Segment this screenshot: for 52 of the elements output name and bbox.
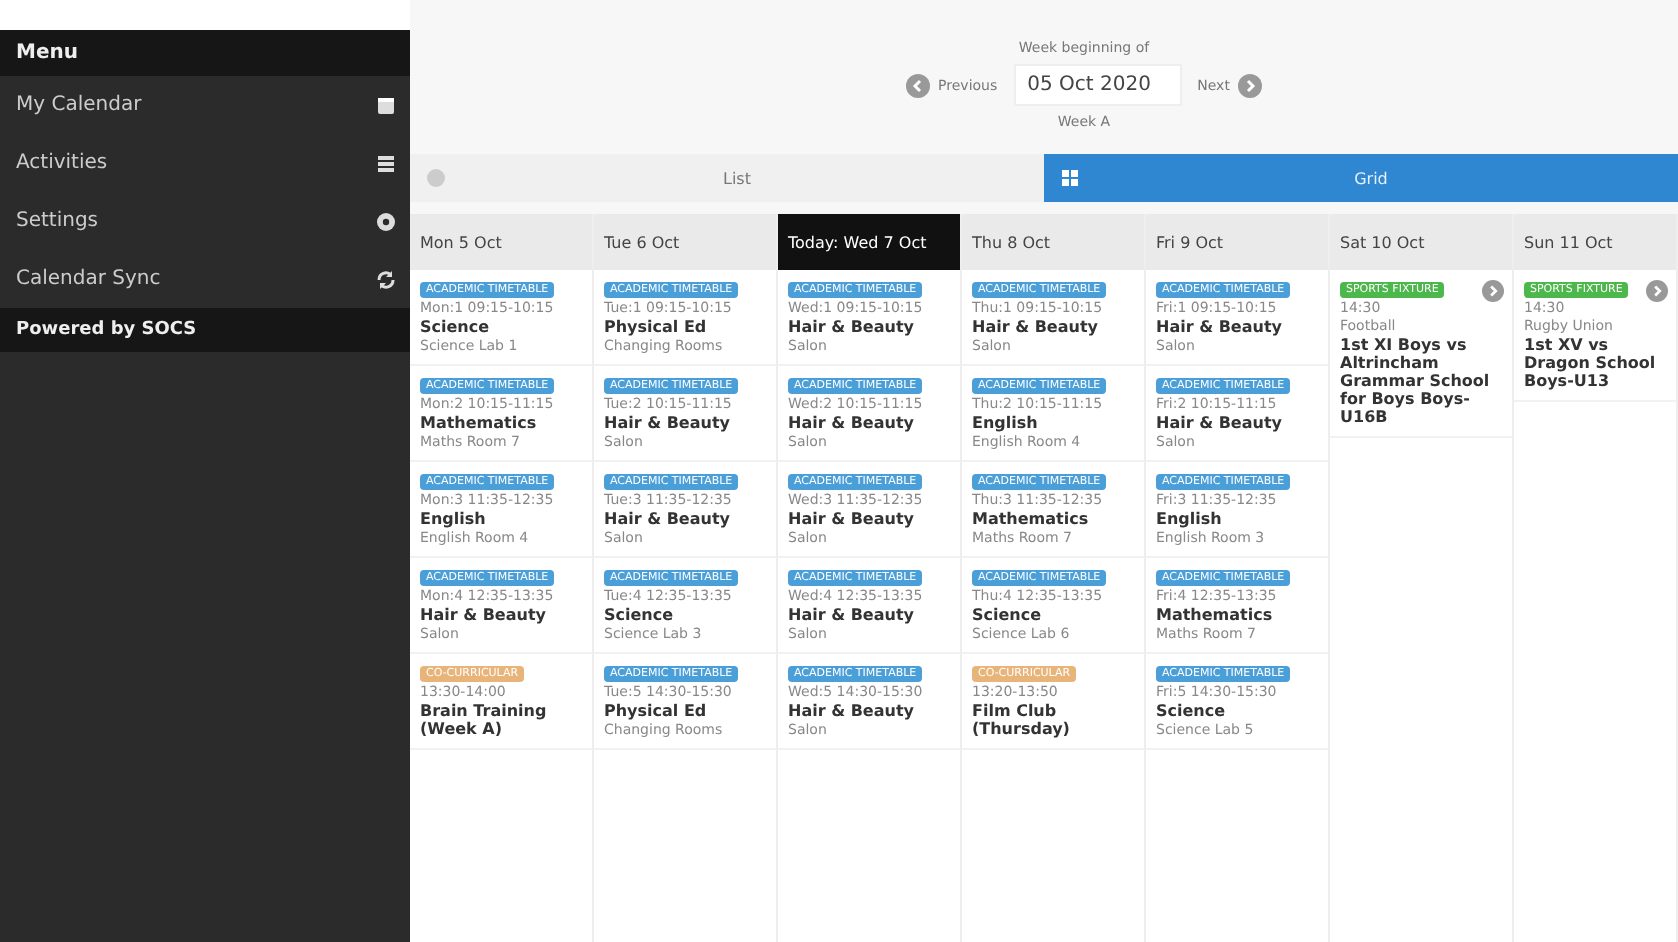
event-title: Science <box>420 318 492 336</box>
menu-item[interactable]: My Calendar <box>0 76 410 134</box>
event-title: Hair & Beauty <box>1156 318 1284 336</box>
menu-item[interactable]: Settings <box>0 192 410 250</box>
event-title: Physical Ed <box>604 318 709 336</box>
event-title: Science <box>972 606 1044 624</box>
event-title: Mathematics <box>420 414 539 432</box>
event-title: 1st XV vs Dragon School Boys-U13 <box>1524 336 1658 390</box>
view-tab[interactable]: List <box>410 154 1044 202</box>
menu-title: Menu <box>0 30 410 76</box>
chevron-right-icon <box>1237 73 1262 97</box>
circle-icon <box>426 168 446 188</box>
date-field[interactable]: 05 Oct 2020 <box>1013 64 1182 106</box>
chevron-right-icon[interactable] <box>1482 280 1504 302</box>
event-title: English <box>420 510 488 528</box>
event-title: Hair & Beauty <box>604 414 732 432</box>
day-header: Tue 6 Oct <box>594 214 776 270</box>
event-title: Hair & Beauty <box>788 414 916 432</box>
menu-item[interactable]: Activities <box>0 134 410 192</box>
event-title: Science <box>1156 702 1228 720</box>
settings-icon <box>374 209 398 233</box>
grid-icon <box>1060 168 1080 188</box>
event-title: Hair & Beauty <box>420 606 548 624</box>
event-title: Hair & Beauty <box>788 510 916 528</box>
list-icon <box>374 151 398 175</box>
event-title: English <box>972 414 1040 432</box>
event-title: Hair & Beauty <box>788 318 916 336</box>
event-title: Hair & Beauty <box>788 702 916 720</box>
chevron-right-icon[interactable] <box>1646 280 1668 302</box>
day-header: Today: Wed 7 Oct <box>778 214 960 270</box>
powered-by-text: Powered by SOCS <box>0 308 410 352</box>
event-title: Hair & Beauty <box>972 318 1100 336</box>
event-title: English <box>1156 510 1224 528</box>
event-title: Hair & Beauty <box>1156 414 1284 432</box>
menu-item[interactable]: Calendar Sync <box>0 250 410 308</box>
event-title: Science <box>604 606 676 624</box>
day-header: Fri 9 Oct <box>1146 214 1328 270</box>
event-title: Mathematics <box>1156 606 1275 624</box>
calendar-icon <box>374 93 398 117</box>
sync-icon <box>374 267 398 291</box>
day-header: Mon 5 Oct <box>410 214 592 270</box>
day-header: Thu 8 Oct <box>962 214 1144 270</box>
event-title: Hair & Beauty <box>604 510 732 528</box>
event-title: 1st XI Boys vs Altrincham Grammar School for Boys Boys-U16B <box>1340 336 1492 426</box>
day-header: Sat 10 Oct <box>1330 214 1512 270</box>
event-title: Hair & Beauty <box>788 606 916 624</box>
event-title: Film Club (Thursday) <box>972 702 1072 738</box>
event-title: Mathematics <box>972 510 1091 528</box>
day-header: Sun 11 Oct <box>1514 214 1676 270</box>
event-title: Brain Training (Week A) <box>420 702 549 738</box>
event-title: Physical Ed <box>604 702 709 720</box>
chevron-left-icon <box>906 73 931 97</box>
